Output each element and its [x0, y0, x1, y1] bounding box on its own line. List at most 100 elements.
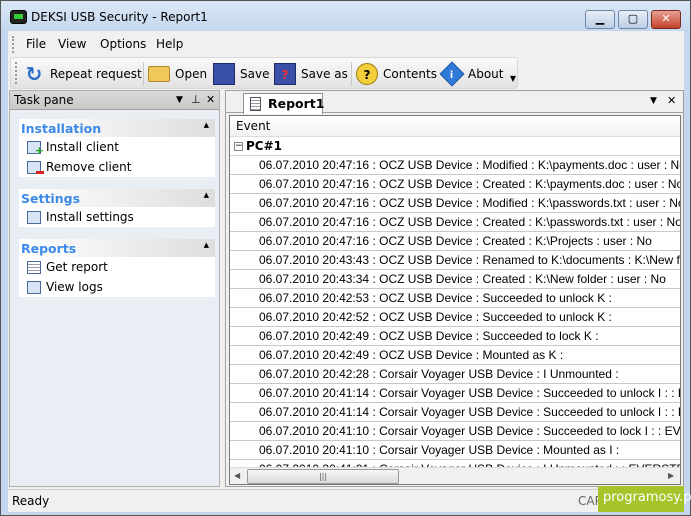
contents-label: Contents — [383, 67, 437, 81]
menu-grip[interactable] — [12, 36, 15, 53]
item-label: Install client — [46, 140, 119, 154]
event-row[interactable]: 06.07.2010 20:42:28 : Corsair Voyager US… — [230, 365, 680, 384]
remove-client-icon — [27, 160, 44, 174]
install-settings-item[interactable]: Install settings — [19, 207, 215, 227]
app-window: DEKSI USB Security - Report1 ▁ ▢ ✕ File … — [0, 0, 691, 516]
event-row[interactable]: 06.07.2010 20:42:49 : OCZ USB Device : S… — [230, 327, 680, 346]
collapse-icon[interactable]: − — [234, 141, 243, 151]
pin-icon[interactable]: ⊥ — [191, 93, 201, 106]
event-row[interactable]: 06.07.2010 20:47:16 : OCZ USB Device : M… — [230, 156, 680, 175]
toolbar-separator — [351, 62, 352, 86]
info-icon: i — [439, 61, 465, 87]
save-label: Save — [240, 67, 270, 81]
menu-bar: File View Options Help — [8, 33, 684, 55]
tab-close-icon[interactable]: ✕ — [667, 94, 676, 107]
watermark: programosy.pl — [598, 486, 691, 512]
task-pane-header: Task pane ▼ ⊥ ✕ — [10, 91, 219, 110]
item-label: Install settings — [46, 210, 134, 224]
tab-label: Report1 — [268, 96, 325, 111]
scroll-thumb[interactable]: ||| — [247, 469, 399, 484]
toolbar-grip[interactable] — [15, 62, 18, 84]
app-icon — [10, 10, 27, 24]
event-row[interactable]: 06.07.2010 20:43:43 : OCZ USB Device : R… — [230, 251, 680, 270]
horizontal-scrollbar[interactable]: ◀ ||| ▶ — [230, 467, 680, 484]
group-settings: Settings ▲ Install settings — [19, 189, 215, 227]
group-title: Reports — [21, 241, 77, 256]
title-bar: DEKSI USB Security - Report1 ▁ ▢ ✕ — [1, 1, 690, 31]
event-row[interactable]: 06.07.2010 20:47:16 : OCZ USB Device : M… — [230, 194, 680, 213]
task-pane-title: Task pane — [14, 93, 74, 107]
group-header[interactable]: Installation ▲ — [19, 119, 215, 137]
collapse-icon[interactable]: ▲ — [204, 241, 209, 249]
event-row[interactable]: 06.07.2010 20:41:14 : Corsair Voyager US… — [230, 384, 680, 403]
pane-dropdown-icon[interactable]: ▼ — [176, 95, 183, 105]
pane-close-icon[interactable]: ✕ — [206, 93, 215, 106]
tab-strip: Report1 ▼ ✕ — [226, 91, 683, 114]
event-row[interactable]: 06.07.2010 20:43:34 : OCZ USB Device : C… — [230, 270, 680, 289]
item-label: Get report — [46, 260, 108, 274]
repeat-request-button[interactable]: ↻ Repeat request — [23, 62, 142, 86]
toolbar-overflow-icon[interactable]: ▼ — [510, 74, 516, 83]
about-button[interactable]: i About — [439, 61, 503, 87]
open-label: Open — [175, 67, 208, 81]
group-header[interactable]: Settings ▲ — [19, 189, 215, 207]
report-icon — [27, 260, 41, 274]
open-button[interactable]: Open — [148, 62, 207, 86]
event-row[interactable]: 06.07.2010 20:41:14 : Corsair Voyager US… — [230, 403, 680, 422]
group-title: Installation — [21, 121, 102, 136]
menu-help[interactable]: Help — [156, 37, 183, 51]
repeat-request-label: Repeat request — [50, 67, 142, 81]
group-row-pc1[interactable]: − PC#1 — [230, 137, 680, 156]
report-panel: Report1 ▼ ✕ Event − PC#1 06.07.2010 20:47… — [225, 90, 684, 487]
close-button[interactable]: ✕ — [651, 10, 681, 29]
event-row[interactable]: 06.07.2010 20:47:16 : OCZ USB Device : C… — [230, 213, 680, 232]
scroll-right-icon[interactable]: ▶ — [668, 471, 674, 480]
save-as-button[interactable]: ? Save as — [274, 62, 348, 86]
event-row[interactable]: 06.07.2010 20:47:16 : OCZ USB Device : C… — [230, 232, 680, 251]
event-row[interactable]: 06.07.2010 20:42:53 : OCZ USB Device : S… — [230, 289, 680, 308]
menu-file[interactable]: File — [26, 37, 46, 51]
status-text: Ready — [12, 494, 50, 508]
group-title: Settings — [21, 191, 81, 206]
folder-open-icon — [148, 66, 170, 82]
menu-view[interactable]: View — [58, 37, 86, 51]
settings-icon — [27, 210, 41, 224]
toolbar-separator — [143, 62, 144, 86]
column-header-event[interactable]: Event — [230, 116, 680, 137]
menu-options[interactable]: Options — [100, 37, 146, 51]
collapse-icon[interactable]: ▲ — [204, 121, 209, 129]
collapse-icon[interactable]: ▲ — [204, 191, 209, 199]
tab-report1[interactable]: Report1 — [243, 93, 325, 114]
view-logs-item[interactable]: View logs — [19, 277, 215, 297]
event-rows: 06.07.2010 20:47:16 : OCZ USB Device : M… — [230, 156, 680, 479]
event-row[interactable]: 06.07.2010 20:41:10 : Corsair Voyager US… — [230, 422, 680, 441]
group-label: PC#1 — [246, 139, 283, 153]
toolbar: ↻ Repeat request Open Save ? Save as ? Cont… — [10, 57, 518, 89]
help-question-icon: ? — [356, 63, 378, 85]
group-installation: Installation ▲ + Install client Remove cli… — [19, 119, 215, 177]
floppy-disk-icon — [213, 63, 235, 85]
install-client-item[interactable]: + Install client — [19, 137, 215, 157]
group-reports: Reports ▲ Get report View logs — [19, 239, 215, 297]
minimize-button[interactable]: ▁ — [585, 10, 615, 29]
save-button[interactable]: Save — [213, 62, 269, 86]
document-icon — [250, 97, 261, 111]
group-header[interactable]: Reports ▲ — [19, 239, 215, 257]
item-label: Remove client — [46, 160, 132, 174]
remove-client-item[interactable]: Remove client — [19, 157, 215, 177]
event-row[interactable]: 06.07.2010 20:47:16 : OCZ USB Device : C… — [230, 175, 680, 194]
status-bar: Ready CAP — [8, 489, 684, 511]
event-row[interactable]: 06.07.2010 20:42:49 : OCZ USB Device : M… — [230, 346, 680, 365]
task-pane: Task pane ▼ ⊥ ✕ Installation ▲ + Install c… — [9, 90, 220, 487]
magnifier-log-icon — [27, 280, 41, 294]
maximize-button[interactable]: ▢ — [618, 10, 648, 29]
tab-dropdown-icon[interactable]: ▼ — [650, 96, 657, 106]
save-as-icon: ? — [274, 63, 296, 85]
refresh-icon: ↻ — [25, 62, 43, 86]
event-row[interactable]: 06.07.2010 20:42:52 : OCZ USB Device : S… — [230, 308, 680, 327]
contents-button[interactable]: ? Contents — [356, 62, 437, 86]
event-row[interactable]: 06.07.2010 20:41:10 : Corsair Voyager US… — [230, 441, 680, 460]
scroll-left-icon[interactable]: ◀ — [234, 471, 240, 480]
item-label: View logs — [46, 280, 103, 294]
get-report-item[interactable]: Get report — [19, 257, 215, 277]
